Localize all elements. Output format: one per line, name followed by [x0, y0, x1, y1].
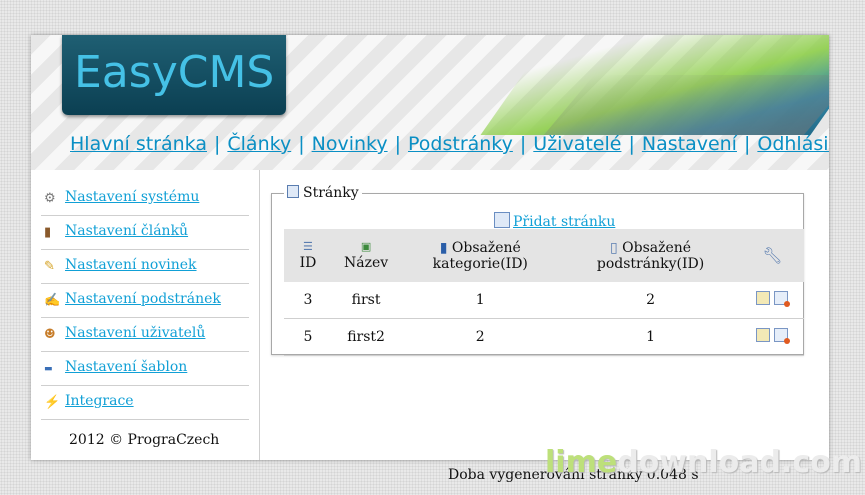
html-icon: ▬	[44, 364, 53, 374]
cell-name: first2	[331, 318, 401, 356]
wrench-icon: 🔧︎	[762, 246, 783, 265]
delete-icon[interactable]	[774, 328, 791, 344]
col-id: ☰ ID	[284, 229, 332, 282]
sidebar-item-label: Nastavení uživatelů	[65, 325, 206, 341]
sidebar-item-subpage-settings[interactable]: ✍ Nastavení podstránek	[41, 284, 249, 318]
col-name: ▣ Název	[331, 229, 401, 282]
main-nav: Hlavní stránka | Články | Novinky | Podstránky…	[70, 133, 829, 155]
logo-text: EasyCMS	[74, 47, 275, 98]
window-icon: ▣	[360, 240, 372, 253]
watermark-part1: lime	[545, 445, 618, 480]
page-icon	[287, 185, 299, 198]
sidebar-item-label: Nastavení novinek	[65, 257, 197, 273]
sidebar-item-label: Nastavení šablon	[65, 359, 188, 375]
nav-separator: |	[394, 133, 401, 155]
cell-subpage: 2	[560, 282, 741, 319]
nav-subpages[interactable]: Podstránky	[408, 133, 513, 155]
add-page-icon	[494, 212, 510, 228]
col-name-label: Název	[343, 255, 389, 271]
logo[interactable]: EasyCMS	[62, 35, 286, 115]
nav-articles[interactable]: Články	[227, 133, 291, 155]
cell-actions	[740, 282, 804, 319]
pencil-icon: ✎	[44, 259, 55, 274]
edit-icon[interactable]	[756, 328, 771, 342]
nav-separator: |	[519, 133, 527, 155]
nav-news[interactable]: Novinky	[312, 133, 388, 155]
col-id-label: ID	[299, 255, 317, 271]
nav-separator: |	[213, 133, 221, 155]
table-header-row: ☰ ID ▣ Název ▮ Obsažené kategorie(ID) ▯ …	[284, 229, 804, 282]
nav-settings[interactable]: Nastavení	[642, 133, 737, 155]
nav-separator: |	[628, 133, 635, 155]
col-subpage: ▯ Obsažené podstránky(ID)	[560, 229, 741, 282]
cell-subpage: 1	[560, 318, 741, 356]
magic-wand-icon: ⚡	[44, 395, 61, 410]
fieldset-legend: Stránky	[284, 185, 362, 201]
list-icon: ☰	[303, 240, 313, 253]
sidebar-item-template-settings[interactable]: ▬ Nastavení šablon	[41, 352, 249, 386]
book-icon: ▮	[44, 225, 52, 240]
book-blue-icon: ▮	[439, 239, 448, 256]
edit-page-icon: ✍	[44, 293, 61, 308]
cell-category: 2	[400, 318, 561, 356]
sidebar-item-label: Nastavení podstránek	[65, 291, 221, 307]
col-category: ▮ Obsažené kategorie(ID)	[400, 229, 561, 282]
copyright: 2012 © PrograCzech	[69, 432, 220, 448]
header-decoration-shadow	[543, 75, 829, 135]
nav-separator: |	[743, 133, 751, 155]
cell-id: 5	[284, 318, 332, 356]
sidebar-item-news-settings[interactable]: ✎ Nastavení novinek	[41, 250, 249, 284]
nav-users[interactable]: Uživatelé	[533, 133, 621, 155]
cell-id: 3	[284, 282, 332, 319]
document-icon: ▯	[609, 239, 618, 256]
nav-logout[interactable]: Odhlásit se	[757, 133, 829, 155]
nav-separator: |	[298, 133, 305, 155]
legend-label: Stránky	[303, 185, 359, 201]
nav-home[interactable]: Hlavní stránka	[70, 133, 207, 155]
cell-category: 1	[400, 282, 561, 319]
main-content: Stránky Přidat stránku ☰ ID ▣ Název ▮ Ob…	[260, 170, 829, 483]
watermark: limedownload.com	[545, 445, 862, 480]
table-row: 5 first2 2 1	[284, 318, 804, 356]
add-page-label: Přidat stránku	[513, 214, 616, 230]
sidebar-item-label: Nastavení systému	[65, 189, 200, 205]
sidebar-item-label: Nastavení článků	[65, 223, 189, 239]
pages-table: ☰ ID ▣ Název ▮ Obsažené kategorie(ID) ▯ …	[284, 229, 804, 356]
cell-name: first	[331, 282, 401, 319]
page: EasyCMS Hlavní stránka | Články | Novinky | Po…	[31, 35, 829, 483]
col-category-label: Obsažené kategorie(ID)	[432, 239, 528, 272]
gear-icon: ⚙	[44, 191, 56, 206]
col-actions: 🔧︎	[740, 229, 804, 282]
sidebar-item-user-settings[interactable]: ☻ Nastavení uživatelů	[41, 318, 249, 352]
cell-actions	[740, 318, 804, 356]
delete-icon[interactable]	[774, 291, 791, 307]
watermark-part2: download.com	[617, 445, 863, 480]
table-row: 3 first 1 2	[284, 282, 804, 319]
sidebar-item-label: Integrace	[65, 393, 134, 409]
sidebar-item-integration[interactable]: ⚡ Integrace	[41, 386, 249, 420]
sidebar: ⚙ Nastavení systému ▮ Nastavení článků ✎…	[31, 170, 260, 460]
header: EasyCMS Hlavní stránka | Články | Novinky | Po…	[31, 35, 829, 170]
sidebar-item-article-settings[interactable]: ▮ Nastavení článků	[41, 216, 249, 250]
add-page-link[interactable]: Přidat stránku	[494, 212, 615, 230]
sidebar-item-system-settings[interactable]: ⚙ Nastavení systému	[41, 182, 249, 216]
edit-icon[interactable]	[756, 291, 771, 305]
users-icon: ☻	[44, 327, 56, 342]
